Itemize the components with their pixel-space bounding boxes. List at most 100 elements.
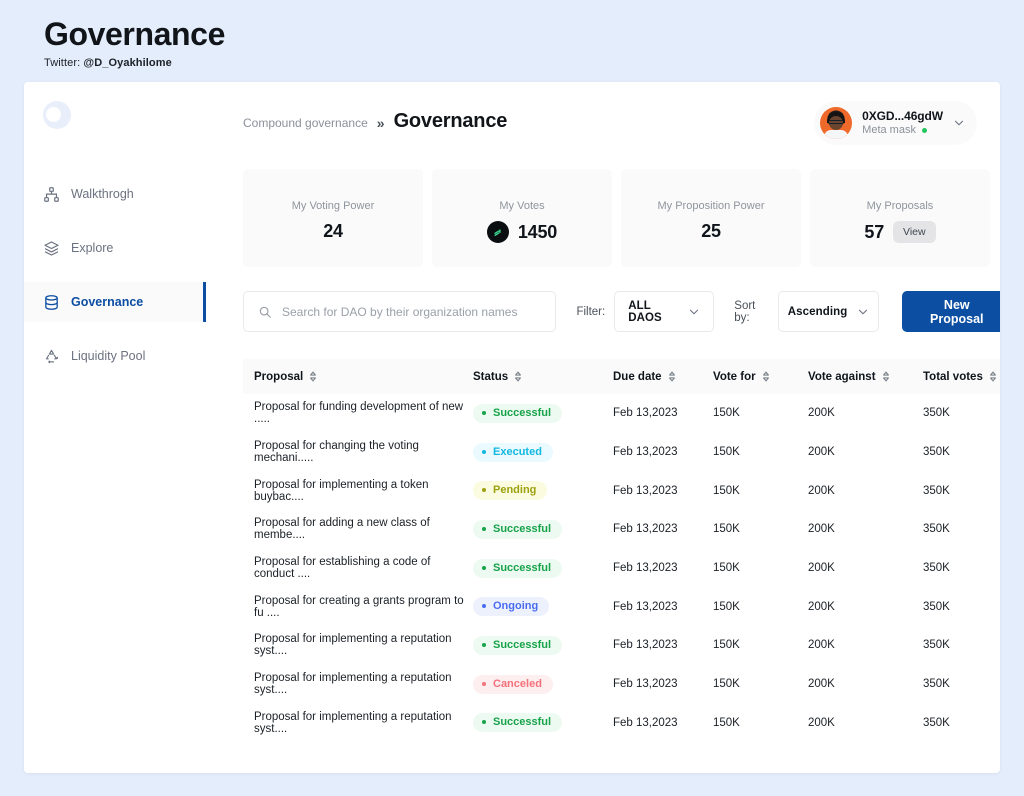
column-header-total[interactable]: Total votes — [923, 371, 1000, 383]
wallet-provider: Meta mask — [862, 124, 943, 138]
table-row[interactable]: Proposal for changing the voting mechani… — [243, 433, 1000, 472]
status-dot — [482, 449, 486, 454]
stat-label: My Proposals — [866, 200, 934, 212]
compound-coin-icon — [486, 221, 509, 243]
cell-total: 350K — [923, 562, 950, 575]
breadcrumb-separator-icon: » — [376, 115, 385, 131]
table-row[interactable]: Proposal for creating a grants program t… — [243, 587, 1000, 626]
app-card: Walkthrogh Explore Governance Liquidity … — [24, 82, 1000, 773]
stat-card-proposition-power: My Proposition Power 25 — [621, 169, 801, 267]
status-label: Successful — [493, 716, 552, 729]
stat-value: 25 — [701, 221, 721, 241]
cell-proposal: Proposal for creating a grants program t… — [254, 594, 464, 619]
stat-value: 24 — [323, 221, 343, 241]
cell-due: Feb 13,2023 — [613, 446, 678, 459]
cell-for: 150K — [713, 639, 740, 652]
stat-label: My Votes — [499, 200, 545, 212]
table-header-row: Proposal Status Due date Vote for Vote again… — [243, 359, 1000, 394]
table-row[interactable]: Proposal for adding a new class of membe… — [243, 510, 1000, 549]
toolbar: Filter: ALL DAOS Sort by: Ascending New … — [243, 291, 1000, 332]
cell-due: Feb 13,2023 — [613, 407, 678, 420]
profile-menu[interactable]: 0XGD...46gdW Meta mask — [814, 101, 977, 145]
status-badge: Executed — [473, 442, 553, 462]
stat-label: My Proposition Power — [657, 200, 765, 212]
status-label: Ongoing — [493, 600, 539, 613]
database-icon — [45, 294, 58, 310]
sort-select[interactable]: Ascending — [778, 291, 879, 332]
sort-icon[interactable] — [668, 371, 676, 382]
cell-due: Feb 13,2023 — [613, 716, 678, 729]
search-icon — [259, 306, 271, 318]
view-proposals-button[interactable]: View — [893, 221, 936, 243]
sidebar-item-label: Governance — [71, 295, 144, 309]
table-row[interactable]: Proposal for implementing a reputation s… — [243, 704, 1000, 743]
cell-for: 150K — [713, 678, 740, 691]
status-label: Successful — [493, 406, 552, 419]
table-row[interactable]: Proposal for funding development of new … — [243, 394, 1000, 433]
twitter-label: Twitter: — [44, 57, 84, 69]
table-row[interactable]: Proposal for establishing a code of cond… — [243, 549, 1000, 588]
avatar — [820, 107, 853, 139]
sidebar-item-label: Walkthrogh — [71, 187, 134, 201]
sort-icon[interactable] — [762, 371, 770, 382]
cell-due: Feb 13,2023 — [613, 600, 678, 613]
column-header-against[interactable]: Vote against — [808, 371, 923, 383]
app-logo — [43, 101, 71, 129]
column-header-label: Vote for — [713, 370, 756, 383]
main-content: Compound governance » Governance 0XGD...… — [204, 82, 1000, 773]
cell-due: Feb 13,2023 — [613, 562, 678, 575]
cell-total: 350K — [923, 407, 950, 420]
stat-card-my-votes: My Votes 1450 — [432, 169, 612, 267]
table-row[interactable]: Proposal for implementing a token buybac… — [243, 471, 1000, 510]
status-badge-cell: Successful — [473, 558, 613, 578]
sidebar-item-label: Explore — [71, 241, 114, 255]
breadcrumb-parent[interactable]: Compound governance — [243, 116, 368, 130]
stat-label: My Voting Power — [291, 200, 375, 212]
sort-icon[interactable] — [989, 371, 997, 382]
page-header: Governance Twitter: @D_Oyakhilome — [44, 14, 225, 69]
filter-select[interactable]: ALL DAOS — [614, 291, 715, 332]
sidebar-item-governance[interactable]: Governance — [24, 282, 206, 322]
status-dot — [482, 604, 486, 609]
status-badge-cell: Ongoing — [473, 597, 613, 617]
status-dot — [482, 565, 486, 570]
cell-total: 350K — [923, 600, 950, 613]
status-badge: Successful — [473, 713, 563, 733]
status-dot — [482, 526, 486, 531]
search-box[interactable] — [243, 291, 557, 332]
table-row[interactable]: Proposal for implementing a reputation s… — [243, 626, 1000, 665]
sort-icon[interactable] — [309, 371, 317, 382]
status-badge-cell: Successful — [473, 519, 613, 539]
new-proposal-button[interactable]: New Proposal — [901, 291, 1000, 332]
sort-icon[interactable] — [882, 371, 890, 382]
column-header-proposal[interactable]: Proposal — [243, 371, 473, 383]
chevron-down-icon[interactable] — [953, 117, 965, 129]
sidebar-item-liquidity-pool[interactable]: Liquidity Pool — [24, 336, 204, 376]
status-badge-cell: Successful — [473, 635, 613, 655]
cell-against: 200K — [808, 716, 835, 729]
twitter-handle-line: Twitter: @D_Oyakhilome — [44, 57, 225, 69]
column-header-status[interactable]: Status — [473, 371, 613, 383]
column-header-due[interactable]: Due date — [613, 371, 713, 383]
status-badge-cell: Successful — [473, 403, 613, 423]
cell-for: 150K — [713, 523, 740, 536]
cell-proposal: Proposal for implementing a token buybac… — [254, 478, 429, 503]
sitemap-icon — [44, 186, 59, 202]
cell-proposal: Proposal for implementing a reputation s… — [254, 710, 452, 735]
column-header-label: Total votes — [923, 370, 983, 383]
sidebar-item-explore[interactable]: Explore — [24, 228, 204, 268]
column-header-for[interactable]: Vote for — [713, 371, 808, 383]
cell-due: Feb 13,2023 — [613, 639, 678, 652]
search-input[interactable] — [282, 304, 542, 319]
sidebar-item-walkthrogh[interactable]: Walkthrogh — [24, 174, 204, 214]
sort-icon[interactable] — [514, 371, 522, 382]
cell-against: 200K — [808, 407, 835, 420]
cell-for: 150K — [713, 600, 740, 613]
table-row[interactable]: Proposal for implementing a reputation s… — [243, 665, 1000, 704]
column-header-label: Vote against — [808, 370, 876, 383]
cell-proposal: Proposal for funding development of new … — [254, 401, 464, 426]
column-header-label: Proposal — [254, 370, 304, 383]
filter-select-value: ALL DAOS — [628, 299, 662, 324]
cell-due: Feb 13,2023 — [613, 484, 678, 497]
status-dot — [921, 128, 927, 133]
